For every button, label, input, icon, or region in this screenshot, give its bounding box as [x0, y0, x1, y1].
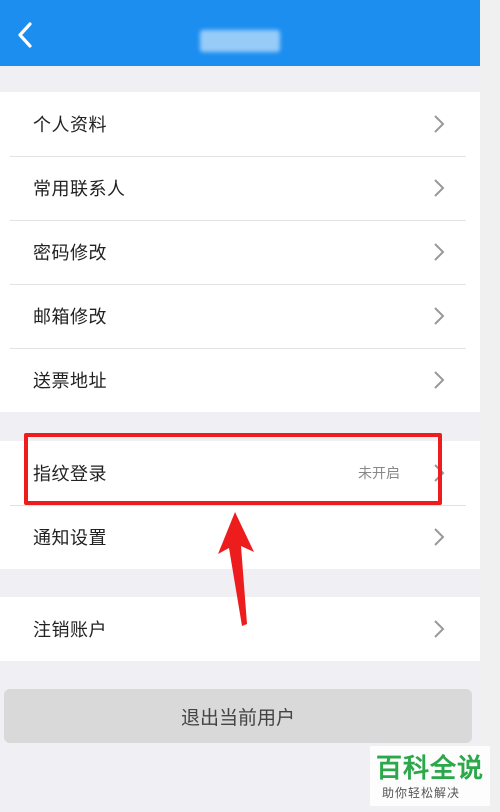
watermark-logo: 百科全说 助你轻松解决 — [370, 746, 490, 806]
security-settings-group: 指纹登录 未开启 通知设置 — [0, 441, 480, 569]
watermark-subtitle: 助你轻松解决 — [382, 786, 461, 800]
account-settings-group: 个人资料 常用联系人 密码修改 邮箱修改 送票地址 — [0, 92, 480, 412]
menu-item-label: 通知设置 — [33, 528, 107, 549]
menu-item-notifications[interactable]: 通知设置 — [0, 505, 480, 569]
chevron-right-icon — [434, 371, 445, 389]
chevron-right-icon — [434, 115, 445, 133]
chevron-left-icon — [18, 22, 32, 48]
menu-item-email[interactable]: 邮箱修改 — [0, 284, 480, 348]
watermark-title: 百科全说 — [376, 754, 485, 784]
menu-item-contacts[interactable]: 常用联系人 — [0, 156, 480, 220]
chevron-right-icon — [434, 528, 445, 546]
chevron-right-icon — [434, 243, 445, 261]
menu-item-label: 常用联系人 — [33, 179, 126, 200]
settings-screen: 个人资料 常用联系人 密码修改 邮箱修改 送票地址 指纹登录 未开启 通知设置 — [0, 0, 480, 812]
chevron-right-icon — [434, 307, 445, 325]
menu-item-label: 个人资料 — [33, 115, 107, 136]
chevron-right-icon — [434, 179, 445, 197]
logout-button[interactable]: 退出当前用户 — [4, 689, 472, 743]
menu-item-password[interactable]: 密码修改 — [0, 220, 480, 284]
menu-item-label: 注销账户 — [33, 620, 107, 641]
menu-item-label: 邮箱修改 — [33, 307, 107, 328]
menu-item-label: 送票地址 — [33, 371, 107, 392]
account-cancel-group: 注销账户 — [0, 597, 480, 661]
back-button[interactable] — [10, 18, 40, 52]
menu-item-ticket-address[interactable]: 送票地址 — [0, 348, 480, 412]
chevron-right-icon — [434, 620, 445, 638]
menu-item-label: 指纹登录 — [33, 464, 107, 485]
menu-item-cancel-account[interactable]: 注销账户 — [0, 597, 480, 661]
header-bar — [0, 0, 480, 66]
status-value: 未开启 — [358, 466, 400, 482]
menu-item-personal-info[interactable]: 个人资料 — [0, 92, 480, 156]
menu-item-label: 密码修改 — [33, 243, 107, 264]
chevron-right-icon — [434, 464, 445, 482]
page-title — [200, 30, 280, 52]
menu-item-fingerprint-login[interactable]: 指纹登录 未开启 — [0, 441, 480, 505]
